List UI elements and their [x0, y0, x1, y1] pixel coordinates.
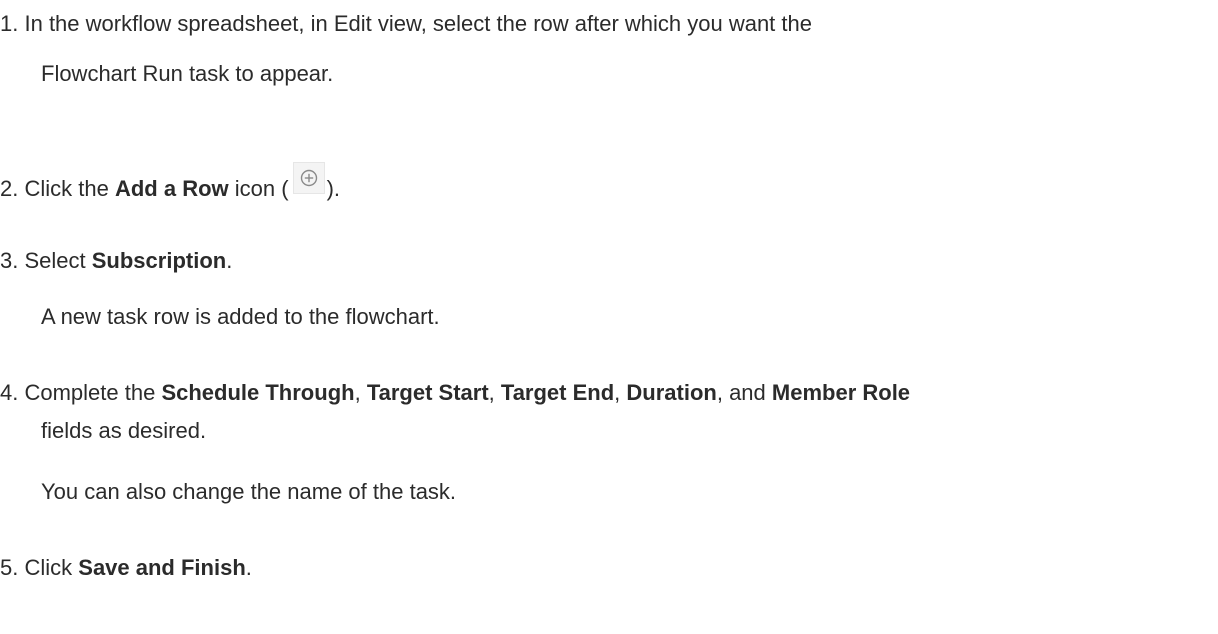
separator: , and: [716, 380, 772, 405]
step-3-prefix: Select: [24, 248, 92, 273]
step-1-number: 1.: [0, 11, 19, 36]
step-4-number: 4.: [0, 380, 19, 405]
step-3-suffix: .: [226, 248, 233, 273]
step-2-suffix: ).: [326, 176, 341, 201]
step-4-prefix: Complete the: [24, 380, 162, 405]
field-duration: Duration: [626, 380, 717, 405]
step-5-suffix: .: [245, 555, 252, 580]
step-3-number: 3.: [0, 248, 19, 273]
step-2: 2. Click the Add a Row icon ().: [0, 162, 341, 204]
step-5-number: 5.: [0, 555, 19, 580]
step-2-prefix: Click the: [24, 176, 115, 201]
separator: ,: [614, 380, 627, 405]
step-3-subscription: Subscription: [91, 248, 227, 273]
separator: ,: [488, 380, 501, 405]
step-4-line-1: 4. Complete the Schedule Through, Target…: [0, 378, 910, 408]
separator: ,: [354, 380, 367, 405]
field-schedule-through: Schedule Through: [161, 380, 355, 405]
field-member-role: Member Role: [771, 380, 911, 405]
field-target-end: Target End: [500, 380, 615, 405]
step-1-line-1: 1. In the workflow spreadsheet, in Edit …: [0, 9, 812, 39]
step-4-note: You can also change the name of the task…: [41, 479, 457, 504]
step-3-note: A new task row is added to the flowchart…: [41, 304, 440, 329]
step-4-line-2: fields as desired.: [41, 418, 207, 443]
field-target-start: Target Start: [366, 380, 489, 405]
step-5-save-and-finish: Save and Finish: [78, 555, 246, 580]
step-1-line-2: Flowchart Run task to appear.: [41, 61, 334, 86]
add-circle-icon: [292, 162, 325, 194]
step-1-text: In the workflow spreadsheet, in Edit vie…: [24, 11, 812, 36]
step-5-prefix: Click: [24, 555, 79, 580]
step-5: 5. Click Save and Finish.: [0, 553, 252, 583]
step-2-add-a-row: Add a Row: [114, 176, 229, 201]
step-3: 3. Select Subscription.: [0, 246, 232, 276]
step-2-middle: icon (: [228, 176, 289, 201]
step-2-number: 2.: [0, 176, 19, 201]
